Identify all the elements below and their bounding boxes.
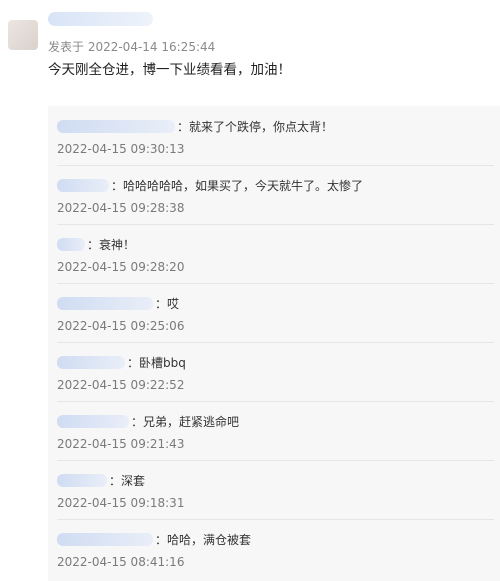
- reply-text: ：哈哈，满仓被套: [155, 532, 252, 547]
- reply-username-blurred[interactable]: [57, 473, 107, 487]
- reply-head: ：哈哈，满仓被套: [57, 530, 251, 548]
- post-text: 今天刚全仓进，博一下业绩看看，加油！: [48, 62, 291, 78]
- reply-time: 2022-04-15 08:41:16: [57, 555, 185, 569]
- reply-head: ：衰神！: [57, 235, 135, 253]
- post-author-name-blurred[interactable]: [48, 12, 153, 26]
- reply-username-blurred[interactable]: [57, 532, 153, 546]
- reply-item: ：衰神！ 2022-04-15 09:28:20: [57, 224, 494, 284]
- reply-text: ：兄弟，赶紧逃命吧: [131, 414, 240, 429]
- reply-item: ：哈哈，满仓被套 2022-04-15 08:41:16: [57, 519, 494, 578]
- reply-text: ：卧槽bbq: [127, 355, 186, 370]
- reply-head: ：卧槽bbq: [57, 353, 186, 371]
- reply-item: ：哎 2022-04-15 09:25:06: [57, 283, 494, 343]
- reply-time: 2022-04-15 09:28:38: [57, 201, 185, 215]
- reply-text: ：深套: [109, 473, 146, 488]
- reply-head: ：就来了个跌停，你点太背！: [57, 117, 333, 135]
- reply-text: ：衰神！: [87, 237, 136, 252]
- reply-item: ：就来了个跌停，你点太背！ 2022-04-15 09:30:13: [57, 106, 494, 166]
- post-time: 发表于 2022-04-14 16:25:44: [48, 40, 216, 54]
- reply-time: 2022-04-15 09:18:31: [57, 496, 185, 510]
- reply-text: ：就来了个跌停，你点太背！: [177, 119, 334, 134]
- reply-time: 2022-04-15 09:22:52: [57, 378, 185, 392]
- reply-text: ：哎: [155, 296, 180, 311]
- reply-item: ：兄弟，赶紧逃命吧 2022-04-15 09:21:43: [57, 401, 494, 461]
- reply-item: ：卧槽bbq 2022-04-15 09:22:52: [57, 342, 494, 402]
- reply-item: ：哈哈哈哈哈，如果买了，今天就牛了。太惨了 2022-04-15 09:28:3…: [57, 165, 494, 225]
- reply-text: ：哈哈哈哈哈，如果买了，今天就牛了。太惨了: [111, 178, 364, 193]
- reply-time: 2022-04-15 09:21:43: [57, 437, 185, 451]
- reply-head: ：深套: [57, 471, 145, 489]
- reply-time: 2022-04-15 09:28:20: [57, 260, 185, 274]
- reply-username-blurred[interactable]: [57, 119, 175, 133]
- reply-item: ：深套 2022-04-15 09:18:31: [57, 460, 494, 520]
- reply-time: 2022-04-15 09:30:13: [57, 142, 185, 156]
- reply-username-blurred[interactable]: [57, 414, 129, 428]
- reply-username-blurred[interactable]: [57, 178, 109, 192]
- reply-head: ：哈哈哈哈哈，如果买了，今天就牛了。太惨了: [57, 176, 363, 194]
- reply-time: 2022-04-15 09:25:06: [57, 319, 185, 333]
- post-avatar[interactable]: [8, 20, 38, 50]
- reply-list: ：就来了个跌停，你点太背！ 2022-04-15 09:30:13 ：哈哈哈哈哈…: [48, 106, 500, 581]
- reply-head: ：兄弟，赶紧逃命吧: [57, 412, 239, 430]
- reply-username-blurred[interactable]: [57, 355, 125, 369]
- reply-username-blurred[interactable]: [57, 296, 153, 310]
- reply-username-blurred[interactable]: [57, 237, 85, 251]
- reply-head: ：哎: [57, 294, 179, 312]
